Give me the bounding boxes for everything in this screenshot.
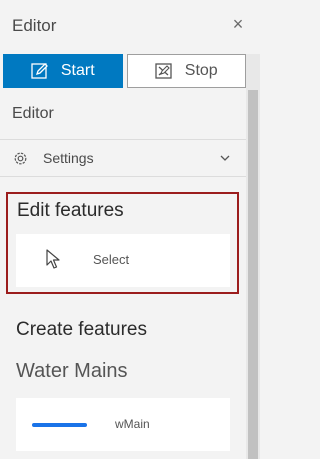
editor-panel: Editor × Start Stop Editor Settings Edit…	[0, 0, 260, 459]
create-features-title: Create features	[16, 319, 147, 340]
select-label: Select	[93, 252, 130, 267]
close-icon[interactable]: ×	[228, 14, 248, 34]
gear-icon	[14, 152, 27, 165]
start-stop-toggle: Start Stop	[0, 54, 246, 88]
select-tool-button[interactable]: Select	[16, 234, 230, 287]
stop-button-label: Stop	[184, 62, 218, 79]
section-heading: Editor	[0, 92, 246, 140]
settings-expander[interactable]: Settings	[0, 140, 246, 177]
section-title: Editor	[12, 105, 54, 122]
edit-features-section: Edit features Select	[6, 192, 239, 294]
panel-header: Editor ×	[0, 0, 260, 52]
edit-pencil-icon	[31, 63, 48, 79]
editor-content: Editor Settings Edit features Select Cre…	[0, 92, 246, 459]
pointer-cursor-icon	[46, 249, 60, 269]
layer-title: Water Mains	[16, 360, 128, 382]
template-label: wMain	[115, 417, 150, 431]
start-button[interactable]: Start	[3, 54, 123, 88]
line-symbol-icon	[32, 423, 87, 427]
panel-title: Editor	[12, 16, 57, 35]
start-button-label: Start	[60, 62, 95, 79]
stop-edit-icon	[155, 63, 172, 79]
chevron-down-icon	[220, 155, 230, 161]
scrollbar-thumb[interactable]	[248, 90, 258, 459]
stop-button[interactable]: Stop	[126, 54, 246, 88]
settings-label: Settings	[43, 150, 94, 166]
edit-features-title: Edit features	[17, 200, 124, 221]
feature-template-wmain[interactable]: wMain	[16, 398, 230, 451]
